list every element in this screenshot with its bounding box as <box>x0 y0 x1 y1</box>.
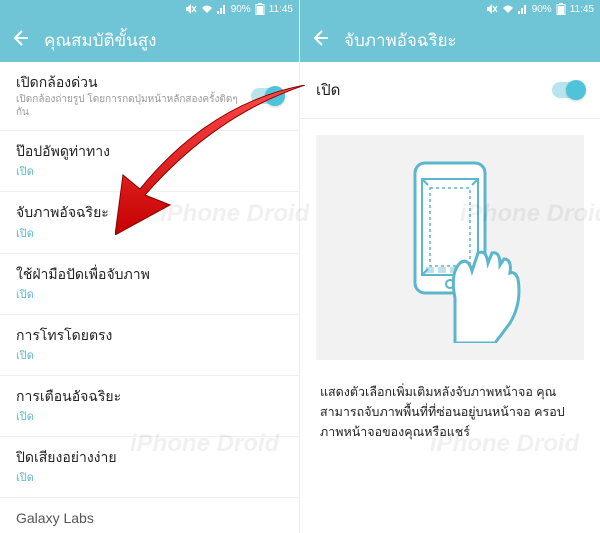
battery-text: 90% <box>231 4 251 15</box>
back-icon[interactable] <box>310 28 330 53</box>
signal-icon <box>518 4 528 14</box>
clock-text: 11:45 <box>570 4 594 15</box>
section-title: Galaxy Labs <box>16 509 283 527</box>
row-status: เปิด <box>16 346 283 364</box>
wifi-icon <box>502 4 514 14</box>
row-smart-alert[interactable]: การเตือนอัจฉริยะ เปิด <box>0 376 299 437</box>
wifi-icon <box>201 4 213 14</box>
screen-smart-capture: 90% 11:45 จับภาพอัจฉริยะ เปิด <box>300 0 600 533</box>
row-title: การโทรโดยตรง <box>16 326 283 344</box>
row-status: เปิด <box>16 162 283 180</box>
status-bar: 90% 11:45 <box>0 0 299 18</box>
description-text: แสดงตัวเลือกเพิ่มเติมหลังจับภาพหน้าจอ คุ… <box>300 376 600 448</box>
row-title: การเตือนอัจฉริยะ <box>16 387 283 405</box>
toggle-switch[interactable] <box>251 88 283 104</box>
phone-hand-illustration <box>360 153 540 343</box>
illustration-box <box>316 135 584 360</box>
signal-icon <box>217 4 227 14</box>
back-icon[interactable] <box>10 28 30 53</box>
enable-row[interactable]: เปิด <box>300 62 600 119</box>
row-title: ป๊อปอัพดูท่าทาง <box>16 142 283 160</box>
row-status: เปิด <box>16 468 283 486</box>
settings-list: เปิดกล้องด่วน เปิดกล้องถ่ายรูป โดยการกดป… <box>0 62 299 533</box>
header-bar: คุณสมบัติขั้นสูง <box>0 18 299 62</box>
header-bar: จับภาพอัจฉริยะ <box>300 18 600 62</box>
row-direct-call[interactable]: การโทรโดยตรง เปิด <box>0 315 299 376</box>
row-popup-gesture[interactable]: ป๊อปอัพดูท่าทาง เปิด <box>0 131 299 192</box>
row-quick-camera[interactable]: เปิดกล้องด่วน เปิดกล้องถ่ายรูป โดยการกดป… <box>0 62 299 131</box>
toggle-switch[interactable] <box>552 82 584 98</box>
row-subtitle: เปิดกล้องถ่ายรูป โดยการกดปุ่มหน้าหลักสอง… <box>16 93 251 119</box>
row-title: ปิดเสียงอย่างง่าย <box>16 448 283 466</box>
row-galaxy-labs[interactable]: Galaxy Labs <box>0 498 299 533</box>
row-title: ใช้ฝ่ามือปัดเพื่อจับภาพ <box>16 265 283 283</box>
row-easy-mute[interactable]: ปิดเสียงอย่างง่าย เปิด <box>0 437 299 498</box>
row-status: เปิด <box>16 285 283 303</box>
battery-icon <box>255 3 265 15</box>
enable-label: เปิด <box>316 78 340 102</box>
row-title: เปิดกล้องด่วน <box>16 73 251 91</box>
battery-icon <box>556 3 566 15</box>
row-status: เปิด <box>16 224 283 242</box>
clock-text: 11:45 <box>269 4 293 15</box>
row-smart-capture[interactable]: จับภาพอัจฉริยะ เปิด <box>0 192 299 253</box>
row-title: จับภาพอัจฉริยะ <box>16 203 283 221</box>
mute-icon <box>185 4 197 14</box>
row-palm-swipe[interactable]: ใช้ฝ่ามือปัดเพื่อจับภาพ เปิด <box>0 254 299 315</box>
status-bar: 90% 11:45 <box>300 0 600 18</box>
screen-advanced-features: 90% 11:45 คุณสมบัติขั้นสูง เปิดกล้องด่วน… <box>0 0 300 533</box>
row-status: เปิด <box>16 407 283 425</box>
battery-text: 90% <box>532 4 552 15</box>
header-title: จับภาพอัจฉริยะ <box>344 27 457 54</box>
mute-icon <box>486 4 498 14</box>
detail-content: เปิด <box>300 62 600 533</box>
header-title: คุณสมบัติขั้นสูง <box>44 27 156 54</box>
